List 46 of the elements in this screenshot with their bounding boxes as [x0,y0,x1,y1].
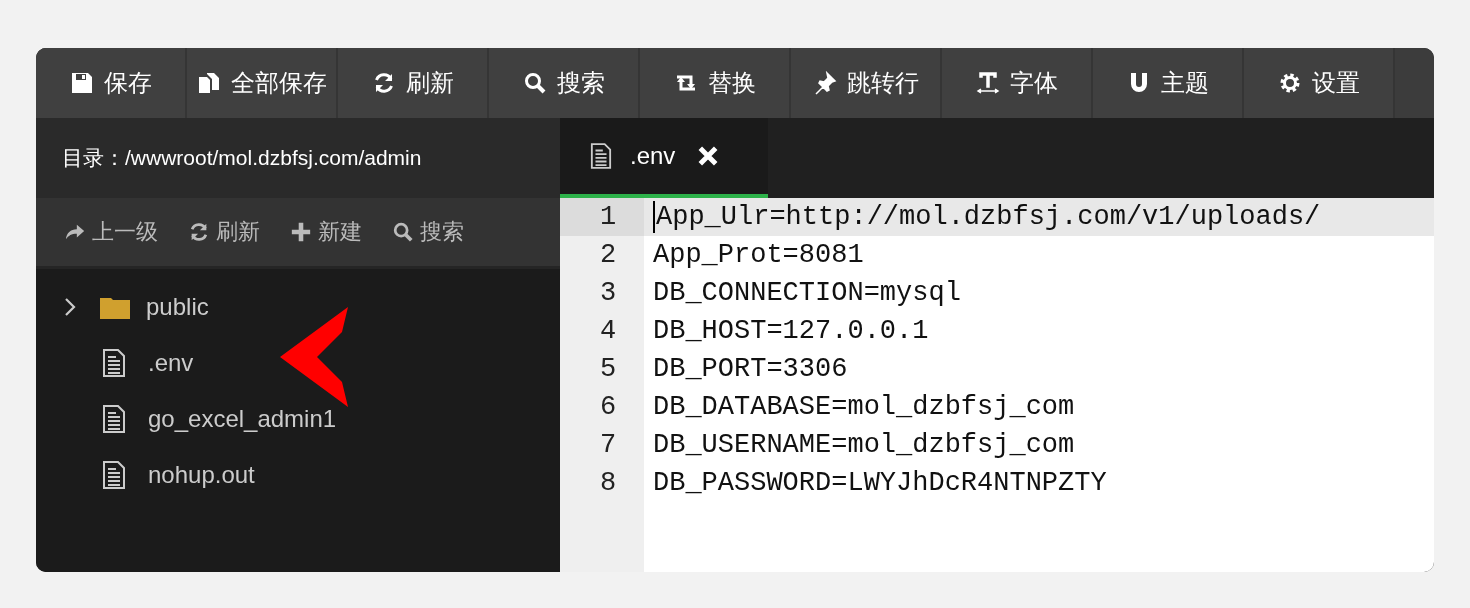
documents-icon [196,71,221,95]
tree-item[interactable]: go_excel_admin1 [36,391,560,447]
folder-icon [100,295,130,319]
toolbar-button[interactable]: 跳转行 [791,48,942,118]
document-icon [102,461,126,489]
sidebar-action[interactable]: 刷新 [188,217,260,247]
file-name: go_excel_admin1 [148,405,337,433]
refresh-icon [188,221,210,243]
line-number: 1 [560,198,644,236]
sidebar-action[interactable]: 新建 [290,217,362,247]
text-icon [975,71,1000,95]
sidebar-action[interactable]: 搜索 [392,217,464,247]
toolbar-button[interactable]: 全部保存 [187,48,338,118]
tree-item[interactable]: nohup.out [36,447,560,503]
toolbar-button[interactable]: 设置 [1244,48,1395,118]
tree-item[interactable]: public [36,279,560,335]
tab-label: .env [630,142,676,170]
document-icon [102,405,126,433]
close-icon[interactable] [697,145,720,167]
toolbar-button[interactable]: 字体 [942,48,1093,118]
code-line: App_Prot=8081 [653,240,864,270]
plus-icon [290,221,312,243]
tree-item[interactable]: .env [36,335,560,391]
file-name: public [146,293,209,321]
code-line: DB_CONNECTION=mysql [653,278,961,308]
file-name: .env [148,349,194,377]
sidebar-action[interactable]: 上一级 [64,217,158,247]
search-icon [522,71,547,95]
code-line: DB_USERNAME=mol_dzbfsj_com [653,430,1075,460]
code-line: App_Ulr=http://mol.dzbfsj.com/v1/uploads/ [656,202,1321,232]
code-line: DB_PASSWORD=LWYJhDcR4NTNPZTY [653,468,1107,498]
document-icon [102,349,126,377]
search-icon [392,221,414,243]
save-icon [69,71,94,95]
toolbar-button[interactable]: 替换 [640,48,791,118]
code-line: DB_PORT=3306 [653,354,848,384]
file-tab[interactable]: .env [560,118,768,198]
toolbar-button[interactable]: 搜索 [489,48,640,118]
toolbar-button[interactable]: 主题 [1093,48,1244,118]
document-icon [590,143,612,169]
code-line: DB_HOST=127.0.0.1 [653,316,929,346]
toolbar-button[interactable]: 保存 [36,48,187,118]
file-name: nohup.out [148,461,255,489]
code-line: DB_DATABASE=mol_dzbfsj_com [653,392,1075,422]
directory-path: 目录：/wwwroot/mol.dzbfsj.com/admin [36,118,560,198]
toolbar-button[interactable]: 刷新 [338,48,489,118]
